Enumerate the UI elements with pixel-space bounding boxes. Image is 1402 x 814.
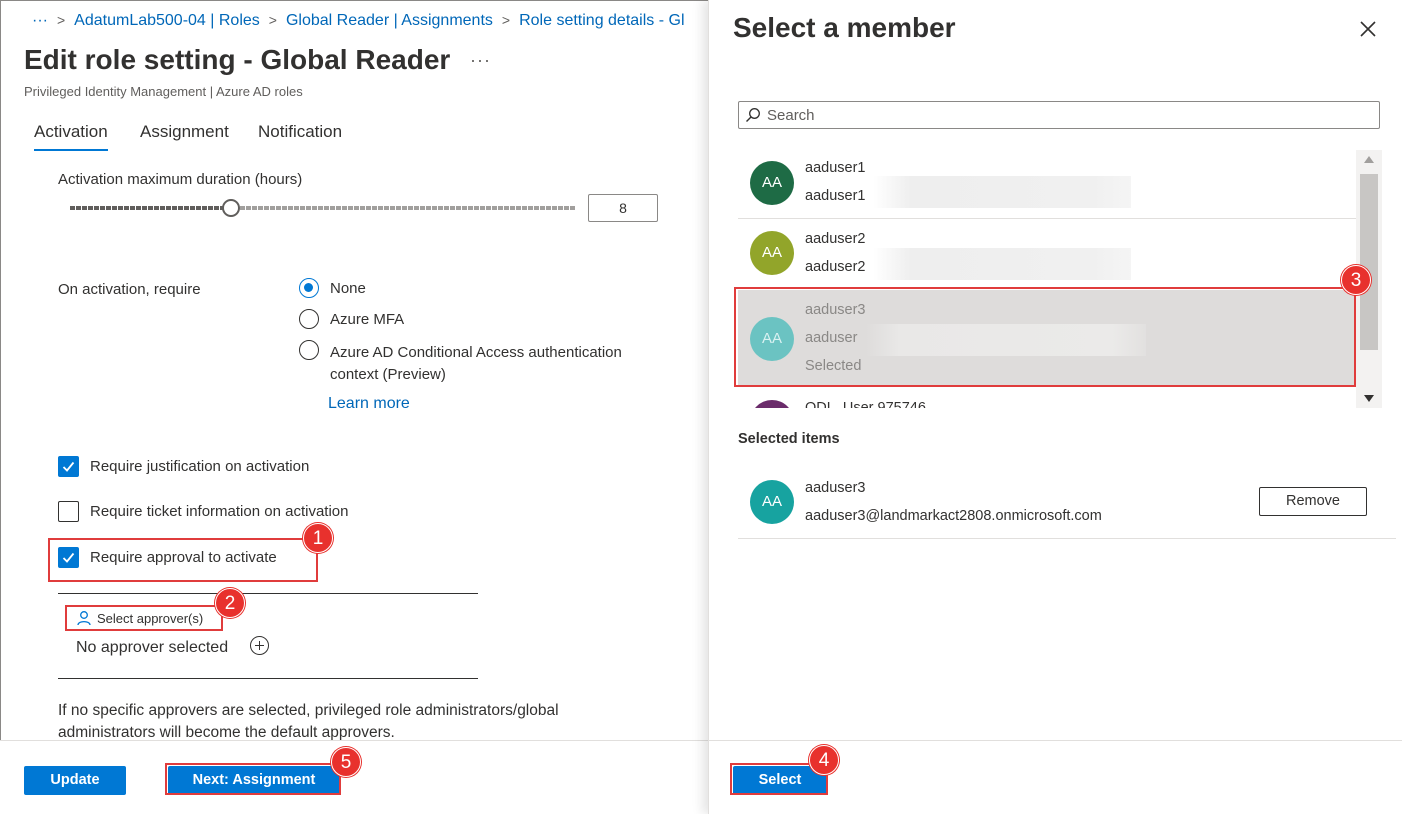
scroll-up-icon[interactable] — [1364, 156, 1374, 163]
breadcrumb-item-assignments[interactable]: Global Reader | Assignments — [286, 12, 493, 30]
avatar: AA — [750, 231, 794, 275]
slider-track-filled — [70, 206, 230, 210]
slider-thumb[interactable] — [222, 199, 240, 217]
callout-badge-2: 2 — [215, 588, 245, 618]
search-icon — [746, 108, 760, 122]
check-icon — [62, 461, 75, 472]
update-button[interactable]: Update — [24, 766, 126, 795]
radio-conditional-access-label: Azure AD Conditional Access authenticati… — [330, 344, 622, 383]
learn-more-link[interactable]: Learn more — [328, 395, 410, 413]
divider — [58, 593, 478, 594]
radio-azure-mfa[interactable] — [299, 309, 319, 329]
close-icon[interactable] — [1357, 18, 1379, 40]
radio-none[interactable] — [299, 278, 319, 298]
selected-items-heading: Selected items — [738, 431, 840, 447]
member-email: aaduser1 — [805, 188, 866, 204]
panel-title: Select a member — [733, 12, 956, 43]
ticket-label: Require ticket information on activation — [90, 503, 349, 520]
avatar: AA — [750, 161, 794, 205]
tab-notification[interactable]: Notification — [258, 122, 342, 142]
redacted-region — [873, 176, 1131, 208]
member-email: aaduser2 — [805, 259, 866, 275]
radio-azure-mfa-label: Azure MFA — [330, 311, 405, 328]
divider — [58, 678, 478, 679]
search-field[interactable] — [738, 101, 1380, 129]
default-approvers-note: If no specific approvers are selected, p… — [58, 702, 559, 741]
callout-badge-3: 3 — [1341, 265, 1371, 295]
redacted-region — [873, 248, 1131, 280]
justification-label: Require justification on activation — [90, 458, 310, 475]
avatar: AA — [750, 480, 794, 524]
callout-highlight-next — [165, 763, 341, 795]
chevron-right-icon: > — [268, 12, 277, 28]
scroll-thumb[interactable] — [1360, 174, 1378, 350]
require-label: On activation, require — [58, 281, 201, 298]
duration-label: Activation maximum duration (hours) — [58, 171, 303, 188]
more-options-icon[interactable]: ··· — [470, 50, 491, 71]
edit-role-setting-page: ··· > AdatumLab500-04 | Roles > Global Reade… — [0, 0, 708, 814]
callout-highlight-approval — [48, 538, 318, 582]
ticket-checkbox[interactable] — [58, 501, 79, 522]
select-member-panel: Select a member AA aaduser1 aaduser1 AA … — [708, 0, 1402, 814]
remove-button[interactable]: Remove — [1259, 487, 1367, 516]
callout-highlight-select-approvers — [65, 605, 223, 631]
selected-item-email: aaduser3@landmarkact2808.onmicrosoft.com — [805, 508, 1102, 524]
list-item[interactable]: AA aaduser2 aaduser2 — [738, 219, 1356, 290]
scroll-down-icon[interactable] — [1364, 395, 1374, 402]
member-name: aaduser2 — [805, 231, 866, 247]
radio-conditional-access[interactable] — [299, 340, 319, 360]
breadcrumb-item-role-setting-details[interactable]: Role setting details - Gl — [519, 12, 684, 30]
add-approver-icon[interactable] — [250, 636, 269, 655]
search-input[interactable] — [767, 106, 1347, 124]
member-name: aaduser1 — [805, 160, 866, 176]
callout-badge-4: 4 — [809, 745, 839, 775]
list-item[interactable]: ODL_User 975746 — [738, 386, 1356, 408]
callout-badge-5: 5 — [331, 747, 361, 777]
chevron-right-icon: > — [501, 12, 511, 28]
breadcrumb-more-icon[interactable]: ··· — [32, 12, 48, 30]
divider — [738, 538, 1396, 539]
breadcrumb-item-roles[interactable]: AdatumLab500-04 | Roles — [74, 12, 260, 30]
tab-activation[interactable]: Activation — [34, 122, 108, 151]
callout-highlight-aaduser3 — [734, 287, 1356, 387]
duration-slider[interactable] — [70, 199, 576, 217]
breadcrumb: ··· > AdatumLab500-04 | Roles > Global Reade… — [32, 12, 685, 30]
callout-badge-1: 1 — [303, 523, 333, 553]
chevron-right-icon: > — [56, 12, 66, 28]
page-title: Edit role setting - Global Reader — [24, 44, 451, 75]
radio-none-label: None — [330, 280, 366, 297]
avatar — [750, 400, 794, 408]
selected-item-name: aaduser3 — [805, 480, 866, 496]
list-item[interactable]: AA aaduser1 aaduser1 — [738, 150, 1356, 219]
tab-assignment[interactable]: Assignment — [140, 122, 229, 142]
no-approver-text: No approver selected — [76, 639, 229, 656]
page-subtitle: Privileged Identity Management | Azure A… — [24, 84, 303, 99]
slider-track-empty — [240, 206, 576, 210]
member-name: ODL_User 975746 — [805, 400, 926, 408]
justification-checkbox[interactable] — [58, 456, 79, 477]
duration-input[interactable]: 8 — [588, 194, 658, 222]
